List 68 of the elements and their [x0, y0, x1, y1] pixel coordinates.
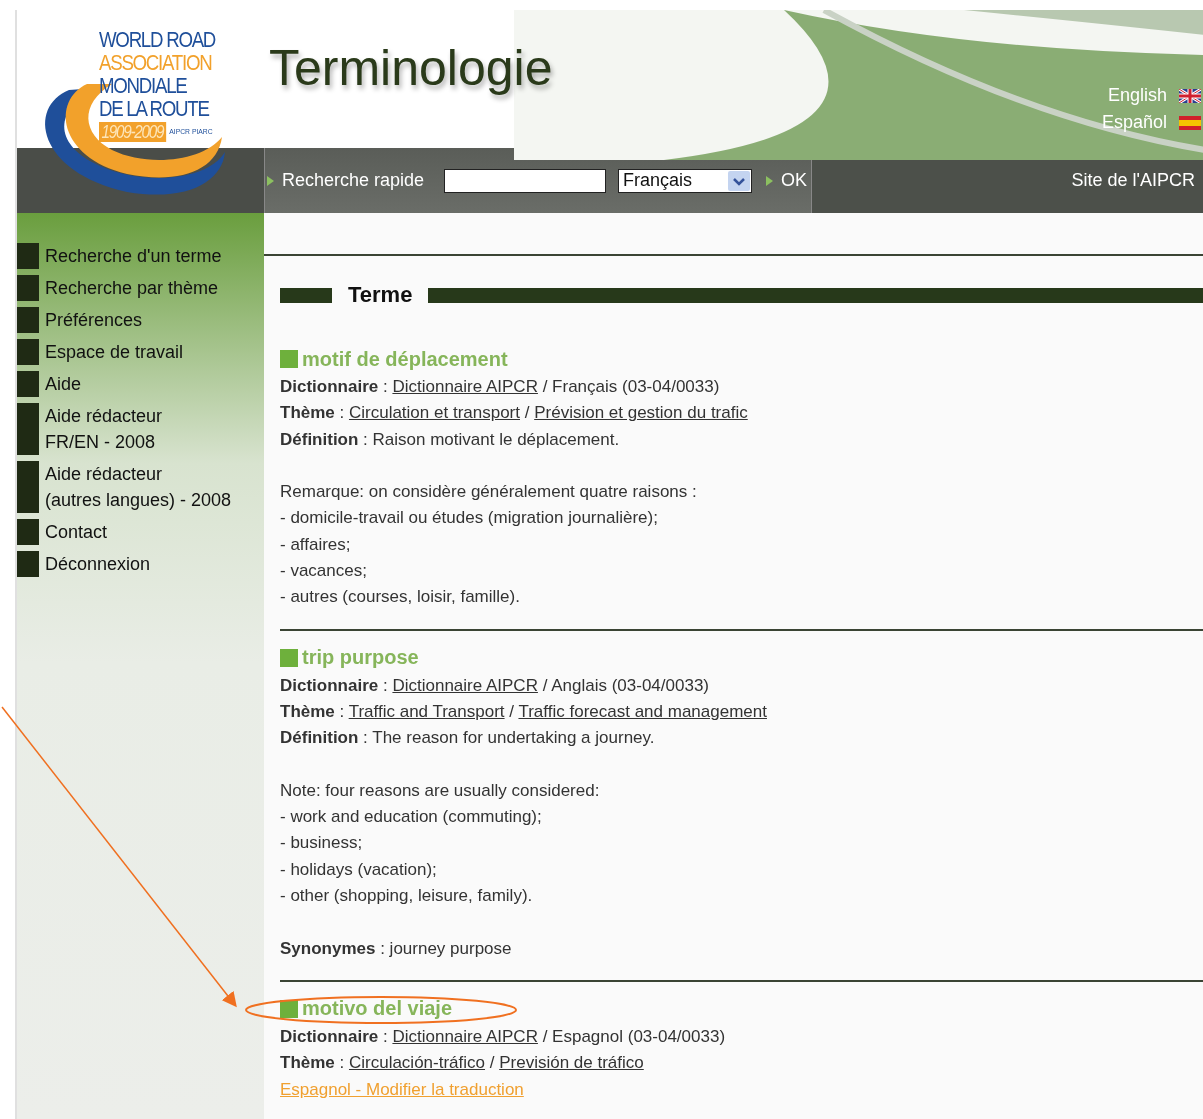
term-link[interactable]: Dictionnaire AIPCR — [392, 377, 538, 396]
sidebar-item[interactable]: Aide — [45, 371, 82, 397]
sidebar-item[interactable]: Aide rédacteur FR/EN - 2008 — [45, 403, 163, 455]
field-line: Définition : Raison motivant le déplacement. — [280, 428, 621, 451]
sidebar-item[interactable]: Recherche d'un terme — [45, 243, 222, 269]
note-line: - holidays (vacation); — [280, 858, 438, 881]
menu-marker — [17, 339, 39, 365]
logo-text: WORLD ROAD — [99, 28, 216, 51]
logo-tagline: AIPCR PIARC — [169, 126, 213, 138]
term-link[interactable]: Traffic and Transport — [348, 701, 505, 721]
term-title: motif de déplacement — [302, 347, 508, 371]
heading-bar — [280, 287, 332, 303]
note-line: - affaires; — [280, 533, 352, 556]
sidebar-item[interactable]: Déconnexion — [45, 551, 151, 577]
page-title: Terminologie — [269, 39, 553, 98]
term-title: trip purpose — [302, 646, 419, 670]
logo-text: ASSOCIATION — [99, 51, 213, 74]
triangle-icon — [766, 175, 774, 186]
note-line: - business; — [280, 832, 364, 855]
menu-marker — [17, 275, 39, 301]
field-line: Thème : Traffic and Transport / Traffic forecast and management — [280, 700, 768, 723]
menu-marker — [17, 243, 39, 269]
search-field[interactable] — [444, 168, 607, 193]
note-line: - vacances; — [280, 560, 368, 583]
note-line: - autres (courses, loisir, famille). — [280, 586, 521, 609]
menu-marker — [17, 403, 39, 455]
sidebar-item[interactable]: Préférences — [45, 307, 143, 333]
field-line: Dictionnaire : Dictionnaire AIPCR / Anglais (03-04/0033) — [280, 674, 710, 697]
site-link[interactable]: Site de l'AIPCR — [1071, 170, 1195, 191]
square-icon — [280, 350, 298, 368]
term-link[interactable]: Dictionnaire AIPCR — [392, 675, 538, 695]
field-line: Synonymes : journey purpose — [280, 937, 513, 960]
field-line: Dictionnaire : Dictionnaire AIPCR / Espagnol (03-04/0033) — [280, 1025, 727, 1048]
term-link[interactable]: Circulación-tráfico — [348, 1053, 485, 1073]
note-line: Remarque: on considère généralement quatre raisons : — [280, 481, 698, 504]
field-line: Thème : Circulación-tráfico / Previsión de tráfico — [280, 1052, 645, 1075]
sidebar-item[interactable]: Contact — [45, 519, 108, 545]
menu-marker — [17, 519, 39, 545]
term-title: motivo del viaje — [302, 997, 453, 1021]
section-heading: Terme — [348, 282, 413, 308]
term-link[interactable]: Dictionnaire AIPCR — [392, 1026, 538, 1046]
term-link[interactable]: Previsión de tráfico — [499, 1053, 644, 1073]
sidebar-item[interactable]: Recherche par thème — [45, 275, 219, 301]
sidebar-item[interactable]: Espace de travail — [45, 339, 184, 365]
logo-text: DE LA ROUTE — [99, 97, 211, 120]
term-link[interactable]: Prévision et gestion du trafic — [534, 403, 748, 423]
note-line: - work and education (commuting); — [280, 806, 543, 829]
caret-icon — [728, 170, 751, 191]
logo-text: MONDIALE — [99, 74, 188, 97]
note-line: - domicile-travail ou études (migration journalière); — [280, 507, 659, 530]
field-line: Définition : The reason for undertaking a journey. — [280, 727, 656, 750]
term-link[interactable]: Circulation et transport — [348, 403, 520, 423]
note-line: Note: four reasons are usually considered: — [280, 779, 601, 802]
menu-marker — [17, 371, 39, 397]
sidebar-item[interactable]: Aide rédacteur (autres langues) - 2008 — [45, 461, 232, 513]
term-link[interactable]: Traffic forecast and management — [518, 701, 767, 721]
note-line: - other (shopping, leisure, family). — [280, 885, 534, 908]
language-select[interactable]: Français — [618, 168, 753, 193]
search-label: Recherche rapide — [282, 170, 425, 191]
square-icon — [280, 648, 298, 667]
field-line: Dictionnaire : Dictionnaire AIPCR / Français (03-04/0033) — [280, 376, 721, 398]
triangle-icon — [267, 175, 274, 186]
menu-marker — [17, 307, 39, 333]
field-line: Thème : Circulation et transport / Prévision et gestion du trafic — [280, 402, 749, 425]
ok-link[interactable]: OK — [781, 170, 808, 191]
menu-marker — [17, 461, 39, 513]
logo-years: 1909-2009 — [99, 121, 166, 142]
menu-marker — [17, 551, 39, 577]
